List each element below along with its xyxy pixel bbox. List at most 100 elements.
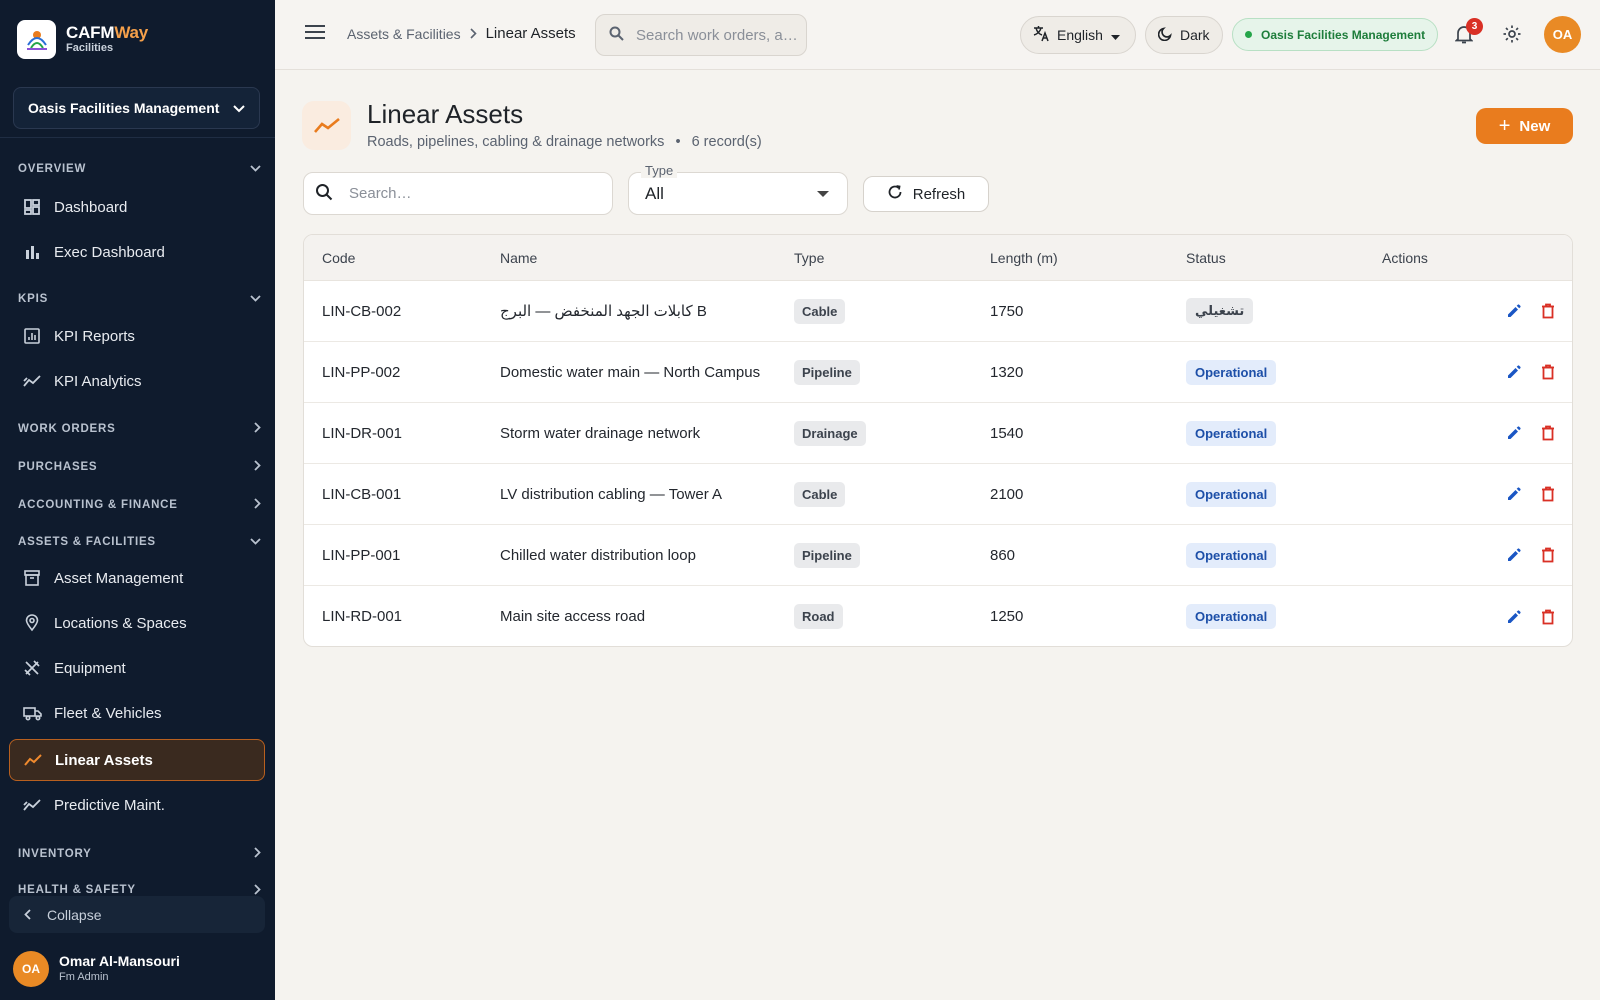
nav-section-assets-facilities[interactable]: ASSETS & FACILITIES [18,536,261,548]
edit-icon[interactable] [1504,423,1524,443]
sidebar-item-kpi-reports[interactable]: KPI Reports [9,315,265,357]
type-tag: Pipeline [794,359,860,385]
chevron-right-icon [254,884,261,896]
delete-icon[interactable] [1538,301,1558,321]
sidebar-item-dashboard[interactable]: Dashboard [9,186,265,228]
location-pin-icon [22,613,42,633]
global-search-placeholder: Search work orders, a… [636,26,798,44]
user-role: Fm Admin [59,970,109,983]
nav-section-overview[interactable]: OVERVIEW [18,163,261,175]
cell-length: 1750 [990,302,1024,320]
refresh-button-label: Refresh [912,185,966,203]
sidebar-item-exec-dashboard[interactable]: Exec Dashboard [9,231,265,273]
archive-icon [22,568,42,588]
delete-icon[interactable] [1538,423,1558,443]
type-tag: Road [794,604,843,629]
brand-name: CAFMWay [66,22,149,42]
column-header-length[interactable]: Length (m) [990,235,1186,280]
chevron-down-icon [233,100,245,116]
theme-toggle[interactable]: Dark [1145,16,1223,54]
type-tag: Cable [794,481,846,507]
nav-section-label: KPIS [18,293,49,305]
edit-icon[interactable] [1504,362,1524,382]
edit-icon[interactable] [1504,545,1524,565]
plus-icon: + [1498,115,1511,137]
table-row[interactable]: LIN-PP-002 Domestic water main — North C… [304,342,1572,403]
delete-icon[interactable] [1538,362,1558,382]
notification-count-badge: 3 [1466,18,1483,35]
brand[interactable]: CAFMWay Facilities [17,19,148,59]
new-button-label: New [1519,117,1551,135]
chevron-right-icon [470,26,477,42]
collapse-button[interactable]: Collapse [9,896,265,933]
breadcrumb: Assets & Facilities Linear Assets [347,25,576,42]
table-search-input[interactable]: Search… [303,172,613,215]
breadcrumb-parent[interactable]: Assets & Facilities [347,26,461,42]
global-search-input[interactable]: Search work orders, a… [595,14,807,56]
sidebar-item-fleet-vehicles[interactable]: Fleet & Vehicles [9,692,265,734]
table-row[interactable]: LIN-RD-001 Main site access road Road 12… [304,586,1572,646]
new-button[interactable]: + New [1476,108,1573,144]
nav-section-kpis[interactable]: KPIS [18,293,261,305]
user-name: Omar Al-Mansouri [59,953,180,970]
nav-section-label: ASSETS & FACILITIES [18,536,156,548]
user-profile[interactable]: OA Omar Al-Mansouri Fm Admin [13,951,180,987]
nav-section-inventory[interactable]: INVENTORY [18,847,261,861]
cell-code: LIN-PP-002 [322,363,401,381]
sidebar: CAFMWay Facilities Oasis Facilities Mana… [0,0,275,1000]
delete-icon[interactable] [1538,545,1558,565]
type-tag: Cable [794,298,846,324]
table-row[interactable]: LIN-DR-001 Storm water drainage network … [304,403,1572,464]
gear-icon[interactable] [1502,24,1522,49]
sidebar-item-linear-assets[interactable]: Linear Assets [9,739,265,781]
edit-icon[interactable] [1504,301,1524,321]
chevron-right-icon [254,422,261,436]
sidebar-divider [0,137,275,138]
analytics-icon [22,795,42,815]
cell-name: Main site access road [500,608,646,625]
edit-icon[interactable] [1504,607,1524,627]
type-filter-select[interactable]: Type All [628,163,848,215]
sidebar-item-label: Locations & Spaces [54,614,187,632]
delete-icon[interactable] [1538,484,1558,504]
cell-name: Domestic water main — North Campus [500,363,761,381]
table-row[interactable]: LIN-PP-001 Chilled water distribution lo… [304,525,1572,586]
sidebar-item-label: Predictive Maint. [54,796,165,814]
breadcrumb-current: Linear Assets [485,25,576,42]
edit-icon[interactable] [1504,484,1524,504]
column-header-status[interactable]: Status [1186,235,1382,280]
page-title: Linear Assets [367,99,524,129]
brand-logo-icon [17,19,56,59]
refresh-button[interactable]: Refresh [863,176,989,212]
language-select[interactable]: English [1020,16,1136,54]
delete-icon[interactable] [1538,607,1558,627]
organization-select[interactable]: Oasis Facilities Management [13,87,260,129]
sidebar-item-label: Dashboard [54,198,128,216]
nav-section-work-orders[interactable]: WORK ORDERS [18,422,261,436]
nav-section-accounting[interactable]: ACCOUNTING & FINANCE [18,498,261,512]
avatar[interactable]: OA [1544,16,1581,53]
column-header-type[interactable]: Type [794,235,990,280]
chevron-right-icon [254,847,261,861]
table-row[interactable]: LIN-CB-002 كابلات الجهد المنخفض — البرج … [304,281,1572,342]
type-tag: Drainage [794,420,866,446]
cell-length: 2100 [990,485,1024,503]
chevron-down-icon [250,293,261,305]
menu-icon[interactable] [305,24,325,45]
nav-section-health-safety[interactable]: HEALTH & SAFETY [18,884,261,896]
caret-down-icon [1110,27,1120,43]
table-row[interactable]: LIN-CB-001 LV distribution cabling — Tow… [304,464,1572,525]
sidebar-item-asset-management[interactable]: Asset Management [9,557,265,599]
sidebar-item-kpi-analytics[interactable]: KPI Analytics [9,360,265,402]
nav-section-purchases[interactable]: PURCHASES [18,460,261,474]
column-header-code[interactable]: Code [304,235,500,280]
organization-badge[interactable]: Oasis Facilities Management [1232,18,1439,51]
sidebar-item-predictive-maint[interactable]: Predictive Maint. [9,784,265,826]
sidebar-item-label: KPI Reports [54,327,135,345]
dashboard-icon [22,197,42,217]
sidebar-item-equipment[interactable]: Equipment [9,647,265,689]
nav-section-label: WORK ORDERS [18,423,116,435]
column-header-name[interactable]: Name [500,235,794,280]
collapse-label: Collapse [47,906,102,923]
sidebar-item-locations-spaces[interactable]: Locations & Spaces [9,602,265,644]
